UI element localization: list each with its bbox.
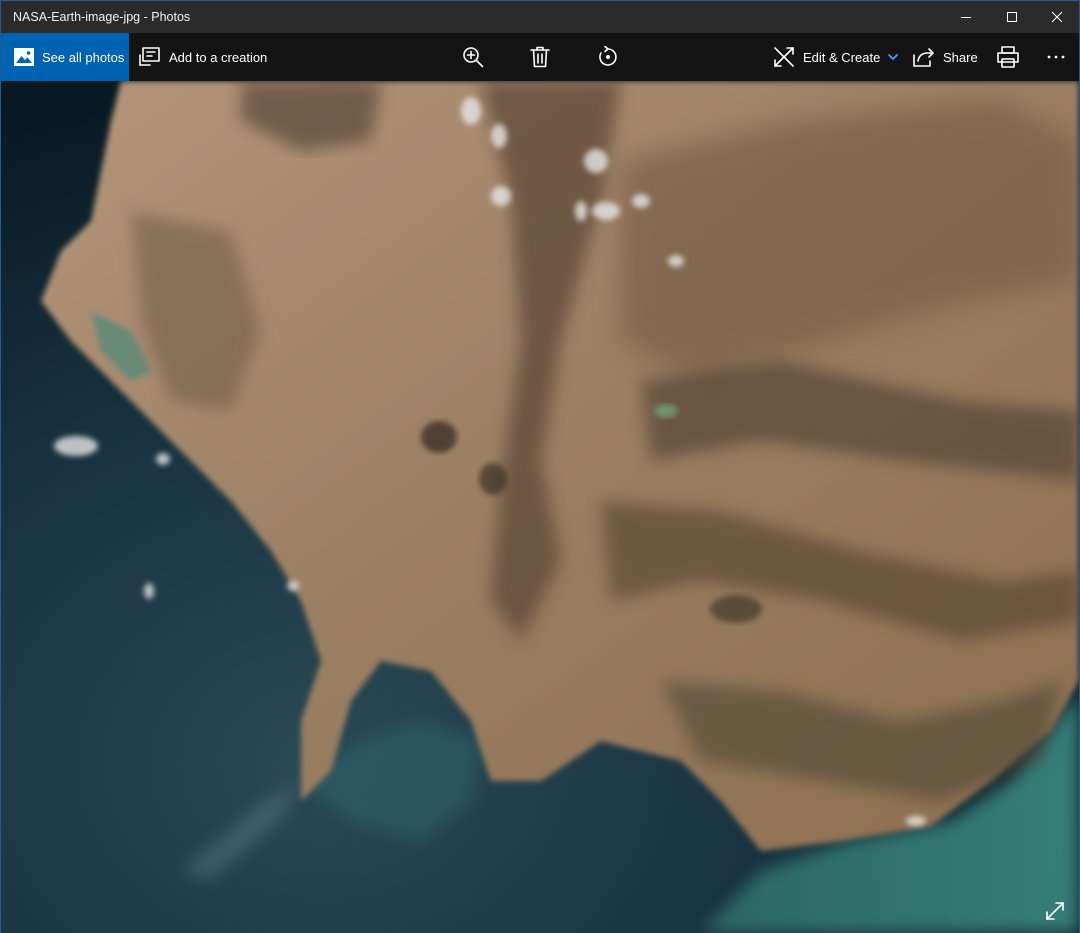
share-button[interactable]: Share: [913, 33, 978, 81]
photo-gallery-icon: [14, 48, 34, 66]
add-to-creation-label: Add to a creation: [169, 49, 268, 65]
command-bar: See all photos Add to a creation Edit & …: [1, 33, 1079, 81]
more-button[interactable]: [1036, 33, 1076, 81]
close-button[interactable]: [1034, 1, 1080, 33]
satellite-photo[interactable]: [1, 81, 1079, 933]
fullscreen-icon: [1046, 902, 1064, 920]
trash-icon: [530, 46, 550, 68]
zoom-button[interactable]: [453, 33, 493, 81]
photos-window: NASA-Earth-image-jpg - Photos See all ph…: [0, 0, 1080, 933]
see-all-photos-button[interactable]: See all photos: [1, 33, 129, 81]
maximize-icon: [1007, 12, 1017, 22]
zoom-in-icon: [463, 47, 484, 68]
minimize-button[interactable]: [943, 1, 989, 33]
window-title: NASA-Earth-image-jpg - Photos: [13, 10, 191, 24]
printer-icon: [997, 46, 1019, 68]
delete-button[interactable]: [520, 33, 560, 81]
add-creation-icon: [139, 47, 160, 66]
see-all-photos-label: See all photos: [42, 49, 125, 65]
print-button[interactable]: [988, 33, 1028, 81]
chevron-down-icon: [888, 54, 899, 60]
add-to-creation-button[interactable]: Add to a creation: [139, 33, 267, 81]
close-icon: [1051, 11, 1063, 23]
minimize-icon: [961, 17, 971, 18]
more-icon: [1047, 55, 1065, 59]
edit-create-icon: [774, 47, 794, 67]
earth-satellite-image: [1, 81, 1079, 933]
edit-create-label: Edit & Create: [803, 49, 881, 65]
share-label: Share: [943, 49, 978, 65]
edit-create-button[interactable]: Edit & Create: [773, 33, 899, 81]
rotate-icon: [599, 46, 617, 66]
share-icon: [913, 48, 934, 67]
rotate-button[interactable]: [588, 33, 628, 81]
maximize-button[interactable]: [989, 1, 1035, 33]
fullscreen-button[interactable]: [1043, 899, 1067, 923]
title-bar: NASA-Earth-image-jpg - Photos: [1, 1, 1079, 33]
